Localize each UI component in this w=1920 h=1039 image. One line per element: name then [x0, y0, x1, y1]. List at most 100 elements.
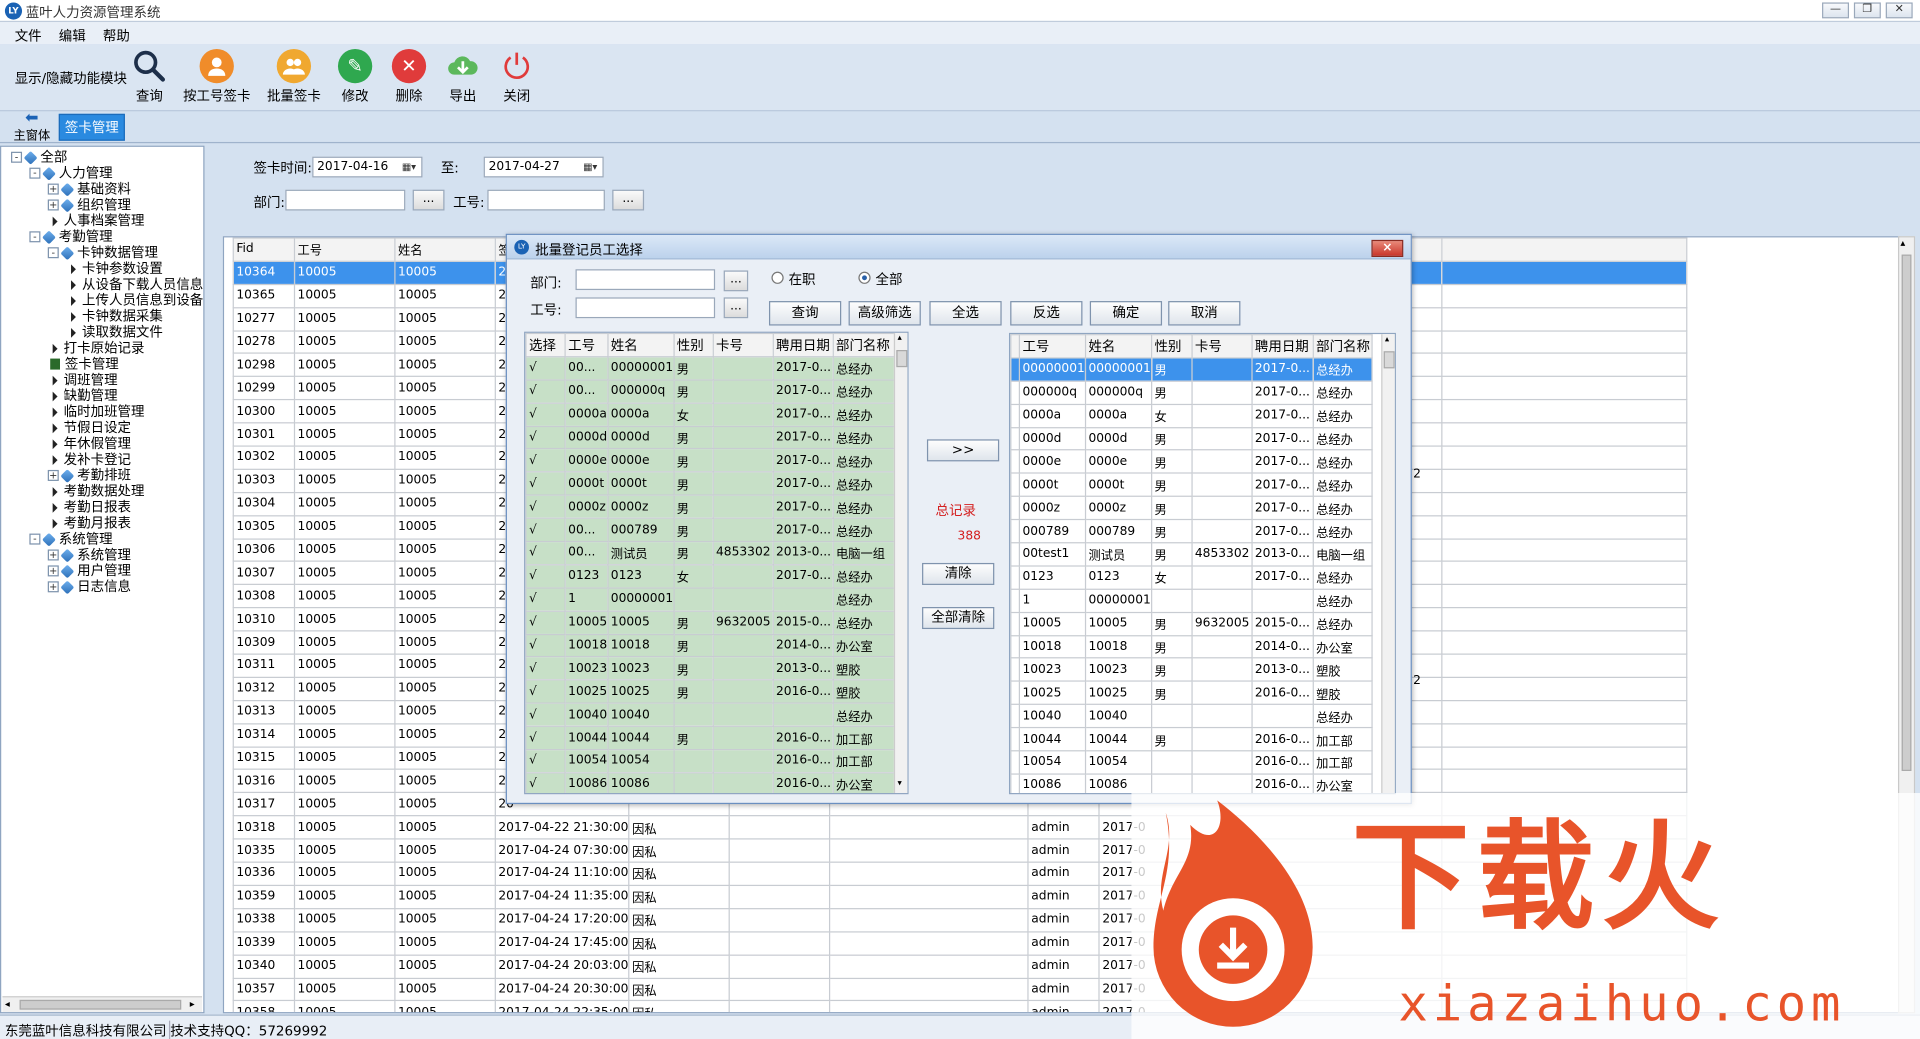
row-header[interactable] [1010, 519, 1021, 544]
tree-item[interactable]: 读取数据文件 [66, 324, 163, 340]
expand-icon[interactable]: + [47, 469, 59, 481]
select-checkbox[interactable]: √ [525, 564, 566, 589]
scroll-up-icon[interactable]: ▴ [1385, 334, 1389, 344]
tree-item[interactable]: 临时加班管理 [48, 404, 145, 420]
tree-item[interactable]: 考勤月报表 [48, 515, 131, 531]
tree-item[interactable]: + 用户管理 [47, 563, 131, 579]
dialog-dept-input[interactable] [575, 269, 716, 291]
all-radio[interactable] [858, 271, 871, 284]
table-row[interactable]: 10005 10005 男 9632005 2015-0... 总经办 [1010, 611, 1373, 636]
row-header[interactable] [1010, 680, 1021, 706]
right-scroll-thumb[interactable] [1383, 351, 1395, 369]
table-row[interactable]: 0000a 0000a 女 2017-0... 总经办 [1010, 403, 1373, 428]
dept-browse-button[interactable]: ... [412, 189, 445, 211]
select-checkbox[interactable]: √ [525, 610, 566, 635]
table-row[interactable]: 1 00000001 总经办 [1010, 588, 1373, 613]
tab-sign-management[interactable]: 签卡管理 [58, 113, 125, 141]
edit-button[interactable]: ✎ 修改 [337, 48, 373, 105]
tree-item[interactable]: + 组织管理 [47, 197, 131, 213]
row-header[interactable] [1010, 773, 1021, 794]
select-checkbox[interactable]: √ [525, 725, 566, 751]
column-header[interactable]: 部门名称 [1312, 334, 1373, 359]
cancel-button[interactable]: 取消 [1168, 301, 1241, 326]
table-row[interactable]: 10040 10040 总经办 [1010, 703, 1373, 729]
menu-edit[interactable]: 编辑 [59, 26, 86, 46]
right-grid-scrollbar[interactable]: ▴ [1381, 334, 1395, 794]
row-header[interactable] [1010, 611, 1021, 636]
table-row[interactable]: √ 0123 0123 女 2017-0... 总经办 [525, 564, 895, 589]
select-checkbox[interactable]: √ [525, 702, 566, 728]
select-all-button[interactable]: 全选 [929, 301, 1002, 326]
scroll-up-icon[interactable]: ▴ [898, 333, 902, 343]
column-header[interactable]: 卡号 [1191, 334, 1253, 359]
dialog-query-button[interactable]: 查询 [768, 301, 842, 326]
table-row[interactable]: √ 10044 10044 男 2016-0... 加工部 [525, 725, 895, 751]
row-header[interactable] [1010, 634, 1021, 659]
column-header[interactable]: 姓名 [607, 332, 675, 358]
table-row[interactable]: √ 10005 10005 男 9632005 2015-0... 总经办 [525, 610, 895, 635]
close-window-button[interactable]: ✕ [1885, 2, 1913, 19]
select-checkbox[interactable]: √ [525, 540, 566, 566]
table-row[interactable]: 10336 10005 10005 2017-04-24 11:10:00 因私 admi… [232, 861, 1688, 886]
column-header[interactable]: 卡号 [712, 332, 774, 358]
left-scroll-thumb[interactable] [896, 350, 908, 368]
table-row[interactable]: 0000e 0000e 男 2017-0... 总经办 [1010, 449, 1373, 475]
emp-browse-button[interactable]: ... [612, 189, 645, 211]
collapse-icon[interactable]: - [47, 247, 59, 259]
tree-item[interactable]: + 系统管理 [47, 547, 131, 563]
scroll-right-icon[interactable]: ▸ [190, 999, 195, 1010]
invert-selection-button[interactable]: 反选 [1010, 301, 1083, 326]
row-header[interactable] [1010, 565, 1021, 590]
table-row[interactable]: √ 10018 10018 男 2014-0... 办公室 [525, 633, 895, 658]
table-row[interactable]: 10018 10018 男 2014-0... 办公室 [1010, 634, 1373, 659]
column-header[interactable] [1441, 237, 1688, 262]
row-header[interactable] [1010, 727, 1021, 752]
toggle-modules-button[interactable]: 显示/隐藏功能模块 [15, 69, 127, 89]
row-header[interactable] [1010, 588, 1021, 613]
table-row[interactable]: √ 1 00000001 总经办 [525, 587, 895, 612]
table-row[interactable]: 00test1 测试员男 4853302 2013-0... 电脑一组 [1010, 542, 1373, 567]
emp-input[interactable] [487, 189, 605, 211]
table-row[interactable]: 0000z 0000z 男 2017-0... 总经办 [1010, 495, 1373, 521]
column-header[interactable]: 性别 [673, 332, 714, 358]
row-header[interactable] [1010, 657, 1021, 683]
column-header[interactable]: 聘用日期 [772, 332, 834, 358]
table-row[interactable]: 10339 10005 10005 2017-04-24 17:45:00 因私 admi… [232, 930, 1688, 956]
dept-input[interactable] [285, 189, 406, 211]
table-row[interactable]: √ 00... 000789 男 2017-0... 总经办 [525, 517, 895, 543]
tree-item[interactable]: 签卡管理 [48, 356, 119, 372]
column-header[interactable]: 性别 [1150, 334, 1193, 359]
table-row[interactable]: 10025 10025 男 2016-0... 塑胶 [1010, 680, 1373, 706]
column-header[interactable]: Fid [232, 237, 296, 262]
table-row[interactable]: √ 0000z 0000z 男 2017-0... 总经办 [525, 494, 895, 520]
row-header[interactable] [1010, 703, 1021, 729]
column-header[interactable]: 姓名 [394, 237, 496, 262]
tree-item[interactable]: - 卡钟数据管理 [47, 245, 158, 261]
select-checkbox[interactable]: √ [525, 749, 566, 774]
table-row[interactable]: √ 10054 10054 2016-0... 加工部 [525, 749, 895, 774]
left-grid-scrollbar[interactable]: ▴ ▾ [893, 332, 908, 794]
column-header[interactable]: 选择 [525, 332, 566, 358]
row-header[interactable] [1010, 495, 1021, 521]
tree-item[interactable]: 年休假管理 [48, 436, 131, 452]
grid-scroll-thumb[interactable] [1901, 254, 1912, 771]
confirm-button[interactable]: 确定 [1089, 301, 1163, 326]
table-row[interactable]: 0123 0123 女 2017-0... 总经办 [1010, 565, 1373, 590]
table-row[interactable]: √ 0000d 0000d 男 2017-0... 总经办 [525, 425, 895, 450]
row-header[interactable] [1010, 380, 1021, 405]
select-checkbox[interactable]: √ [525, 587, 566, 612]
table-row[interactable]: 10338 10005 10005 2017-04-24 17:20:00 因私 admi… [232, 907, 1688, 933]
collapse-icon[interactable]: - [29, 533, 41, 545]
column-header[interactable]: 姓名 [1084, 334, 1153, 359]
table-row[interactable]: 10357 10005 10005 2017-04-24 20:30:00 因私 admi… [232, 977, 1688, 1002]
advanced-filter-button[interactable]: 高级筛选 [848, 301, 921, 326]
select-checkbox[interactable]: √ [525, 448, 566, 473]
dialog-emp-browse-button[interactable]: ... [723, 297, 749, 319]
table-row[interactable]: √ 00... 00000001 男 2017-0... 总经办 [525, 355, 895, 381]
tree-item[interactable]: 从设备下载人员信息 [66, 277, 203, 292]
table-row[interactable]: 10054 10054 2016-0... 加工部 [1010, 750, 1373, 775]
select-checkbox[interactable]: √ [525, 471, 566, 496]
table-row[interactable]: 10318 10005 10005 2017-04-22 21:30:00 因私 admi… [232, 815, 1688, 840]
grid-vertical-scrollbar[interactable]: ▴ [1897, 236, 1916, 1014]
collapse-icon[interactable]: - [29, 167, 41, 179]
